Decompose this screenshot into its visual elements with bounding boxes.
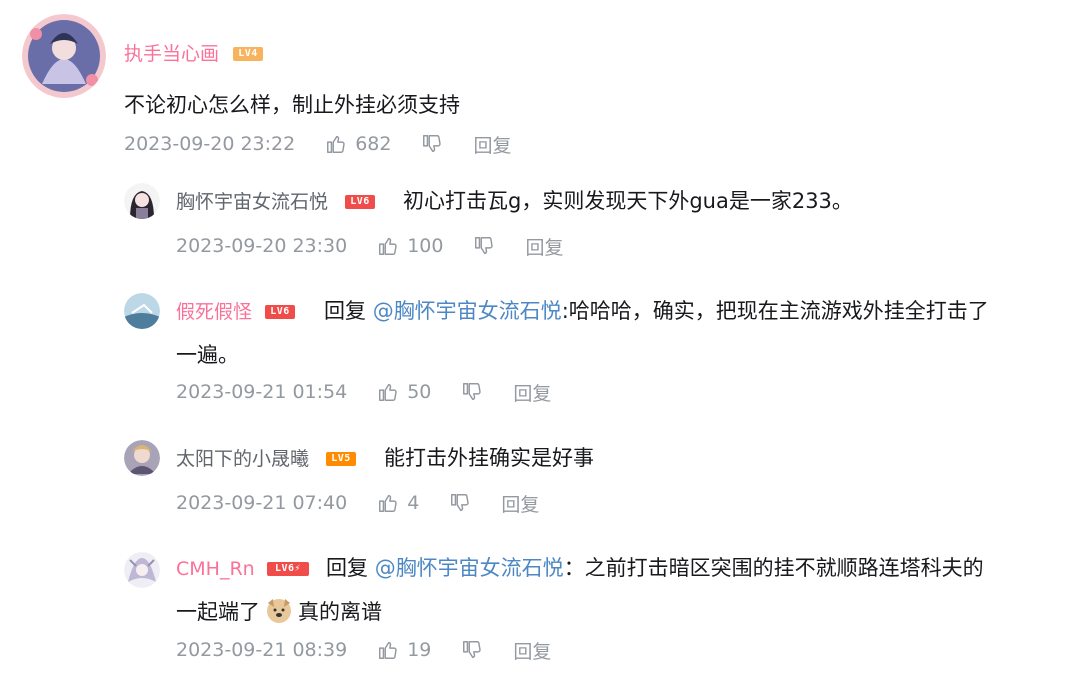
- timestamp: 2023-09-21 08:39: [176, 639, 348, 661]
- reply-prefix: 回复: [326, 556, 368, 580]
- avatar[interactable]: [22, 14, 106, 98]
- avatar[interactable]: [124, 440, 160, 476]
- username[interactable]: 太阳下的小晟曦: [176, 447, 309, 471]
- username[interactable]: CMH_Rn: [176, 557, 255, 581]
- thumb-down-icon[interactable]: [461, 639, 483, 661]
- avatar[interactable]: [124, 293, 160, 329]
- reply-text-line1: :哈哈哈，确实，把现在主流游戏外挂全打击了: [561, 299, 989, 323]
- like-button[interactable]: 50: [377, 381, 431, 403]
- like-count: 19: [407, 639, 432, 661]
- reply-text: 能打击外挂确实是好事: [384, 446, 594, 470]
- reply-button[interactable]: 回复: [525, 233, 563, 260]
- timestamp: 2023-09-20 23:22: [124, 133, 296, 155]
- reply-button[interactable]: 回复: [513, 637, 551, 664]
- thumb-up-icon: [377, 492, 399, 514]
- thumb-down-icon[interactable]: [449, 492, 471, 514]
- reply-button[interactable]: 回复: [501, 490, 539, 517]
- like-count: 100: [407, 235, 444, 257]
- reply-item: 胸怀宇宙女流石悦 LV6 初心打击瓦g，实则发现天下外gua是一家233。 20…: [0, 170, 1080, 280]
- reply-text-continued: 一起端了 真的离谱: [176, 591, 382, 633]
- level-badge: LV4: [233, 47, 263, 61]
- like-count: 4: [407, 492, 420, 514]
- user-mention[interactable]: @胸怀宇宙女流石悦: [375, 556, 564, 580]
- thumb-up-icon: [377, 235, 399, 257]
- reply-text: 回复 @胸怀宇宙女流石悦：之前打击暗区突围的挂不就顺路连塔科夫的: [326, 547, 984, 589]
- like-button[interactable]: 100: [377, 235, 443, 257]
- reply-text: 回复 @胸怀宇宙女流石悦:哈哈哈，确实，把现在主流游戏外挂全打击了: [324, 290, 989, 332]
- reply-text-continued: 一遍。: [176, 343, 239, 367]
- username[interactable]: 执手当心画: [124, 42, 219, 66]
- dog-emoji-icon: [267, 599, 291, 623]
- like-count: 682: [355, 133, 392, 155]
- thumb-down-icon[interactable]: [461, 381, 483, 403]
- thumb-down-icon[interactable]: [421, 133, 443, 155]
- user-mention[interactable]: @胸怀宇宙女流石悦: [373, 299, 562, 323]
- reply-text: 初心打击瓦g，实则发现天下外gua是一家233。: [403, 189, 853, 213]
- comment-text: 不论初心怎么样，制止外挂必须支持: [124, 93, 460, 117]
- reply-button[interactable]: 回复: [473, 131, 511, 158]
- like-count: 50: [407, 381, 432, 403]
- username[interactable]: 假死假怪: [176, 300, 252, 324]
- thumb-up-icon: [377, 639, 399, 661]
- reply-button[interactable]: 回复: [513, 379, 551, 406]
- reply-item: 假死假怪 LV6 回复 @胸怀宇宙女流石悦:哈哈哈，确实，把现在主流游戏外挂全打…: [0, 280, 1080, 420]
- thumb-down-icon[interactable]: [473, 235, 495, 257]
- like-button[interactable]: 4: [377, 492, 419, 514]
- like-button[interactable]: 19: [377, 639, 431, 661]
- level-badge: LV6: [345, 195, 375, 209]
- comment-item: 执手当心画 LV4 不论初心怎么样，制止外挂必须支持 2023-09-20 23…: [0, 0, 1080, 170]
- username[interactable]: 胸怀宇宙女流石悦: [176, 190, 328, 214]
- reply-item: CMH_Rn LV6⚡ 回复 @胸怀宇宙女流石悦：之前打击暗区突围的挂不就顺路连…: [0, 530, 1080, 688]
- like-button[interactable]: 682: [325, 133, 391, 155]
- comment-meta: 2023-09-21 07:40 4 回复: [176, 490, 539, 517]
- reply-text-line2a: 一起端了: [176, 600, 260, 624]
- reply-text-line1: ：之前打击暗区突围的挂不就顺路连塔科夫的: [563, 556, 984, 580]
- timestamp: 2023-09-20 23:30: [176, 235, 348, 257]
- avatar[interactable]: [124, 552, 160, 588]
- level-badge: LV6⚡: [267, 562, 309, 576]
- avatar[interactable]: [124, 183, 160, 219]
- timestamp: 2023-09-21 01:54: [176, 381, 348, 403]
- thumb-up-icon: [325, 133, 347, 155]
- level-badge: LV5: [326, 452, 356, 466]
- comment-meta: 2023-09-20 23:30 100 回复: [176, 233, 564, 260]
- reply-text-line2b: 真的离谱: [298, 600, 382, 624]
- comment-meta: 2023-09-21 08:39 19 回复: [176, 637, 551, 664]
- comment-meta: 2023-09-20 23:22 682 回复: [124, 131, 512, 158]
- comment-meta: 2023-09-21 01:54 50 回复: [176, 379, 551, 406]
- timestamp: 2023-09-21 07:40: [176, 492, 348, 514]
- level-badge: LV6: [265, 305, 295, 319]
- reply-prefix: 回复: [324, 299, 366, 323]
- thumb-up-icon: [377, 381, 399, 403]
- reply-item: 太阳下的小晟曦 LV5 能打击外挂确实是好事 2023-09-21 07:40 …: [0, 420, 1080, 530]
